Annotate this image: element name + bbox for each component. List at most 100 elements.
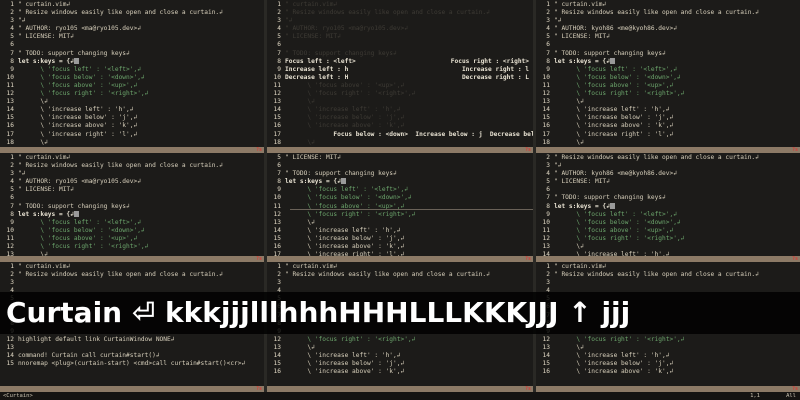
code-line[interactable]: 4 " AUTHOR: kyoh86 <me@kyoh86.dev>↲: [536, 170, 800, 178]
code-line[interactable]: 2 " Resize windows easily like open and c…: [536, 9, 800, 17]
code-line[interactable]: 18 \↲: [536, 139, 800, 147]
code-line[interactable]: 8 Focus left : <left> Focus right : <right…: [267, 58, 533, 66]
code-line[interactable]: 14 command! Curtain call curtain#start()↲: [0, 352, 264, 360]
code-line[interactable]: 11 \ 'focus above' : '<up>',↲: [267, 82, 533, 90]
code-line[interactable]: 14 \ 'increase left' : 'h',↲: [0, 106, 264, 114]
code-line[interactable]: 12 \ 'focus right' : '<right>',↲: [267, 211, 533, 219]
code-line[interactable]: 6: [0, 41, 264, 49]
code-line[interactable]: 3: [267, 279, 533, 287]
code-line[interactable]: 3 "↲: [536, 17, 800, 25]
code-line[interactable]: 13: [0, 344, 264, 352]
code-line[interactable]: 12 \ 'focus right' : '<right>',↲: [536, 235, 800, 243]
code-line[interactable]: 15 \ 'increase below' : 'j',↲: [536, 114, 800, 122]
code-line[interactable]: 7 " TODO: support changing keys↲: [536, 50, 800, 58]
code-line[interactable]: 5 " LICENSE: MIT↲: [267, 154, 533, 162]
code-line[interactable]: 13 \↲: [0, 98, 264, 106]
code-line[interactable]: 10 \ 'focus below' : '<down>',↲: [536, 219, 800, 227]
code-line[interactable]: 16 \ 'increase above' : 'k',↲: [267, 122, 533, 130]
code-line[interactable]: 18 \↲: [0, 139, 264, 147]
code-line[interactable]: 15 \ 'increase below' : 'j',↲: [267, 114, 533, 122]
code-line[interactable]: 11 \ 'focus above' : '<up>',↲: [536, 82, 800, 90]
code-line[interactable]: 6: [536, 186, 800, 194]
code-line[interactable]: 16 \ 'increase above' : 'k',↲: [267, 368, 533, 376]
code-line[interactable]: 12 \ 'focus right' : '<right>',↲: [0, 90, 264, 98]
code-line[interactable]: 3 "↲: [267, 17, 533, 25]
code-line[interactable]: 16 \ 'increase above' : 'k',↲: [267, 243, 533, 251]
code-line[interactable]: 17 \ 'increase right' : 'l',↲: [536, 131, 800, 139]
code-line[interactable]: 13 \↲: [536, 243, 800, 251]
code-line[interactable]: 16 \ 'increase above' : 'k',↲: [0, 122, 264, 130]
code-line[interactable]: 13 \↲: [267, 219, 533, 227]
code-line[interactable]: 5 " LICENSE: MIT↲: [0, 186, 264, 194]
code-line[interactable]: 12 \ 'focus right' : '<right>',↲: [536, 90, 800, 98]
code-line[interactable]: 4 " AUTHOR: ryo105 <ma@ryo105.dev>↲: [0, 178, 264, 186]
code-line[interactable]: 10 \ 'focus below' : '<down>',↲: [0, 74, 264, 82]
code-line[interactable]: 16 \ 'increase above' : 'k',↲: [536, 122, 800, 130]
code-line[interactable]: 7 " TODO: support changing keys↲: [0, 203, 264, 211]
code-line[interactable]: 9 \ 'focus left' : '<left>',↲: [0, 66, 264, 74]
code-line[interactable]: 5 " LICENSE: MIT↲: [267, 33, 533, 41]
code-line[interactable]: 3 "↲: [0, 17, 264, 25]
editor-pane-mid-left[interactable]: 1 " curtain.vim↲ 2 " Resize windows easily …: [0, 153, 264, 262]
code-line[interactable]: 1 " curtain.vim↲: [267, 1, 533, 9]
code-line[interactable]: 12 \ 'focus right' : '<right>',↲: [267, 90, 533, 98]
code-line[interactable]: 2 " Resize windows easily like open and c…: [536, 154, 800, 162]
code-line[interactable]: 7 " TODO: support changing keys↲: [536, 194, 800, 202]
code-line[interactable]: 14 \ 'increase left' : 'h',↲: [267, 352, 533, 360]
code-line[interactable]: 10 \ 'focus below' : '<down>',↲: [267, 194, 533, 202]
code-line[interactable]: 4 " AUTHOR: ryo105 <ma@ryo105.dev>↲: [0, 25, 264, 33]
code-line[interactable]: 8 let s:keys = {↲: [0, 210, 264, 219]
editor-pane-top-right[interactable]: 1 " curtain.vim↲ 2 " Resize windows easily …: [536, 0, 800, 153]
code-line[interactable]: 17 Focus below : <down> Increase below :…: [267, 131, 533, 139]
code-line[interactable]: 1 " curtain.vim↲: [0, 263, 264, 271]
code-line[interactable]: 1 " curtain.vim↲: [0, 1, 264, 9]
code-line[interactable]: 2 " Resize windows easily like open and c…: [0, 162, 264, 170]
code-line[interactable]: 2 " Resize windows easily like open and c…: [267, 9, 533, 17]
code-line[interactable]: 12 highlight default link CurtainWindow N…: [0, 336, 264, 344]
code-line[interactable]: 7 " TODO: support changing keys↲: [267, 50, 533, 58]
code-line[interactable]: 8 let s:keys = {↲: [536, 202, 800, 211]
code-line[interactable]: 2 " Resize windows easily like open and c…: [0, 9, 264, 17]
code-line[interactable]: 5 " LICENSE: MIT↲: [536, 178, 800, 186]
code-line[interactable]: 7 " TODO: support changing keys↲: [267, 170, 533, 178]
code-line[interactable]: 14 \ 'increase left' : 'h',↲: [267, 227, 533, 235]
code-line[interactable]: 9 \ 'focus left' : '<left>',↲: [0, 219, 264, 227]
code-line[interactable]: 14 \ 'increase left' : 'h',↲: [536, 106, 800, 114]
code-line[interactable]: 2 " Resize windows easily like open and c…: [0, 271, 264, 279]
code-line[interactable]: 14 \ 'increase left' : 'h',↲: [267, 106, 533, 114]
code-line[interactable]: 15 \ 'increase below' : 'j',↲: [536, 360, 800, 368]
code-line[interactable]: 1 " curtain.vim↲: [267, 263, 533, 271]
editor-pane-mid-middle[interactable]: 5 " LICENSE: MIT↲ 6 7 " TODO: support changi…: [267, 153, 533, 262]
code-line[interactable]: 18 \↲: [267, 139, 533, 147]
code-line[interactable]: 1 " curtain.vim↲: [0, 154, 264, 162]
code-line[interactable]: 3: [0, 279, 264, 287]
code-line[interactable]: 9 Increase left : h Increase right : l: [267, 66, 533, 74]
code-line[interactable]: 15 \ 'increase below' : 'j',↲: [267, 360, 533, 368]
code-line[interactable]: 9 \ 'focus left' : '<left>',↲: [536, 211, 800, 219]
code-line[interactable]: 6: [267, 162, 533, 170]
code-line[interactable]: 13 \↲: [536, 98, 800, 106]
code-line[interactable]: 15 nnoremap <plug>(curtain-start) <cmd>ca…: [0, 360, 264, 368]
code-line[interactable]: 16 \ 'increase above' : 'k',↲: [536, 368, 800, 376]
code-line[interactable]: 12 \ 'focus right' : '<right>',↲: [536, 336, 800, 344]
code-line[interactable]: 11 \ 'focus above' : '<up>',↲: [0, 82, 264, 90]
editor-pane-top-left[interactable]: 1 " curtain.vim↲ 2 " Resize windows easily …: [0, 0, 264, 153]
code-line[interactable]: 5 " LICENSE: MIT↲: [0, 33, 264, 41]
code-line[interactable]: 11 \ 'focus above' : '<up>',↲: [536, 227, 800, 235]
code-line[interactable]: 14 \ 'increase left' : 'h',↲: [536, 352, 800, 360]
code-line[interactable]: 3 "↲: [536, 162, 800, 170]
code-line[interactable]: 7 " TODO: support changing keys↲: [0, 50, 264, 58]
code-line[interactable]: 6: [267, 41, 533, 49]
code-line[interactable]: 2 " Resize windows easily like open and c…: [536, 271, 800, 279]
code-line[interactable]: 9 \ 'focus left' : '<left>',↲: [267, 186, 533, 194]
editor-pane-top-middle[interactable]: 1 " curtain.vim↲ 2 " Resize windows easily …: [267, 0, 533, 153]
code-line[interactable]: 15 \ 'increase below' : 'j',↲: [267, 235, 533, 243]
code-line[interactable]: 10 \ 'focus below' : '<down>',↲: [0, 227, 264, 235]
code-line[interactable]: 6: [0, 194, 264, 202]
code-line[interactable]: 8 let s:keys = {↲: [0, 57, 264, 66]
code-line[interactable]: 2 " Resize windows easily like open and c…: [267, 271, 533, 279]
code-line[interactable]: 8 let s:keys = {↲: [536, 57, 800, 66]
code-line[interactable]: 17 \ 'increase right' : 'l',↲: [0, 131, 264, 139]
editor-pane-mid-right[interactable]: 2 " Resize windows easily like open and c…: [536, 153, 800, 262]
code-line[interactable]: 13 \↲: [536, 344, 800, 352]
